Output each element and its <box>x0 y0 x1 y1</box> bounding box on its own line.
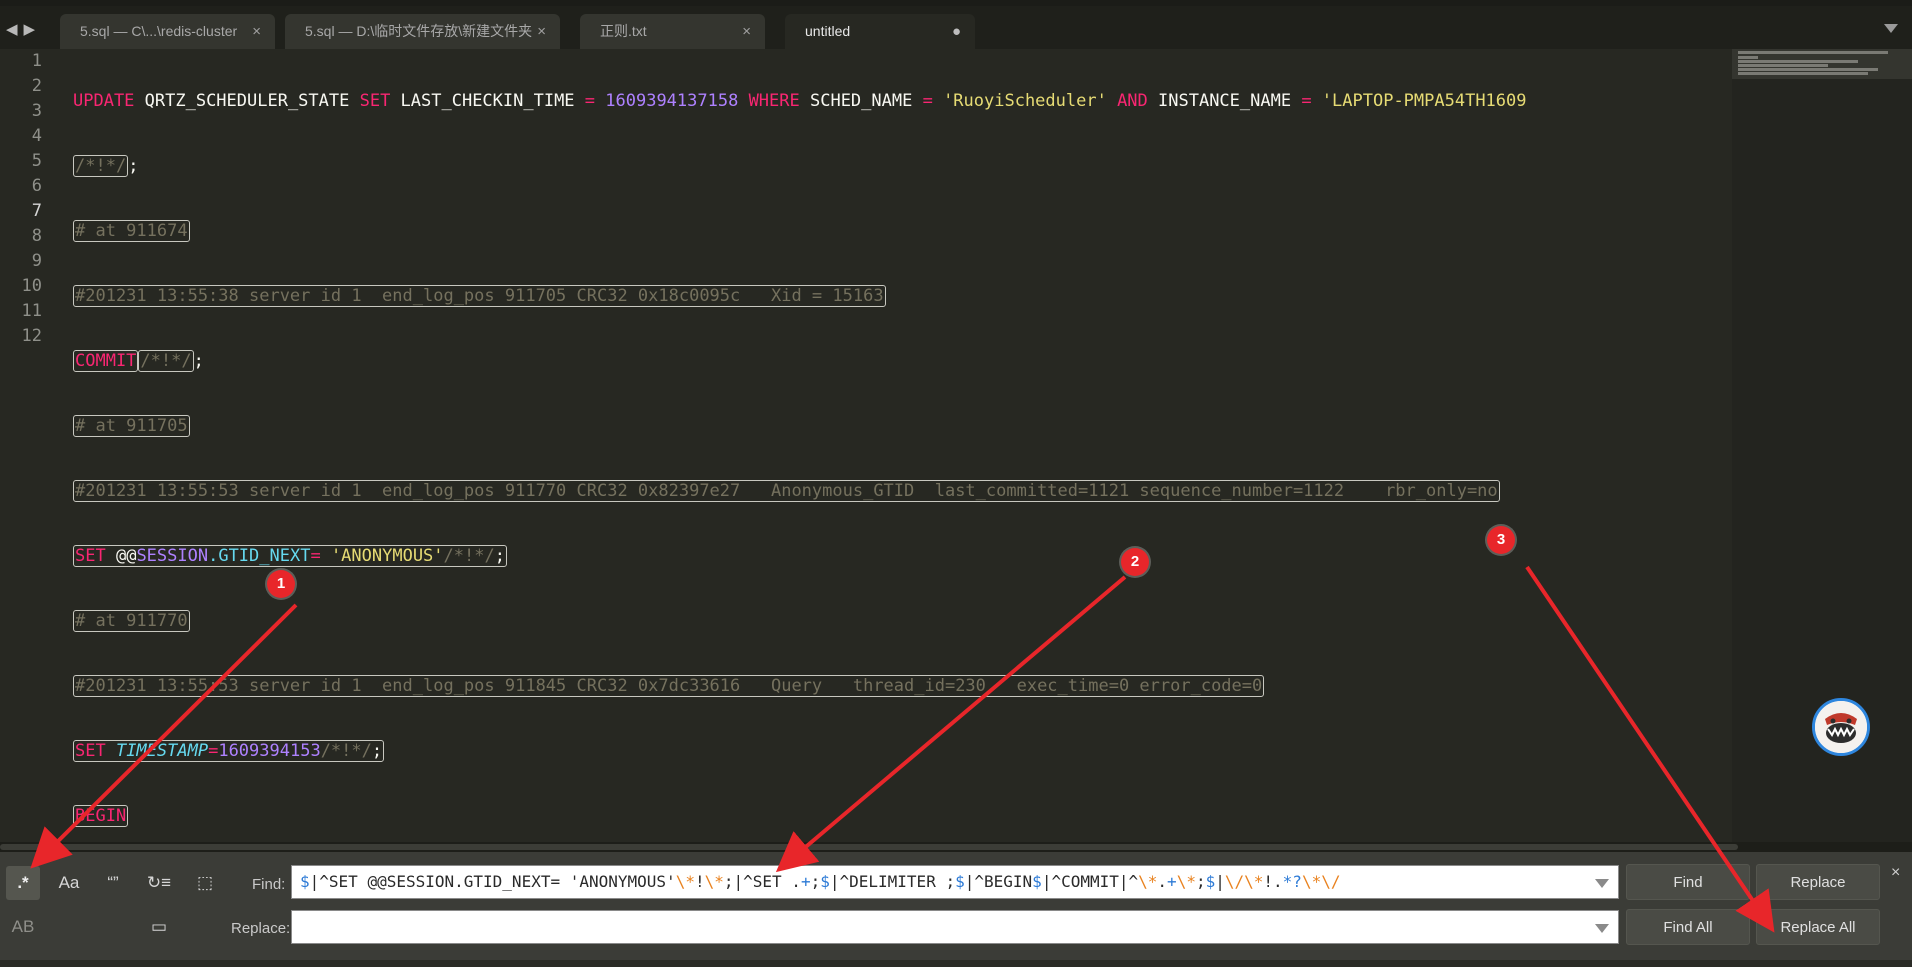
annotation-arrows <box>30 565 1775 933</box>
annotation-arrow-3 <box>1525 565 1775 933</box>
annotation-arrow-2 <box>775 575 1127 873</box>
annotation-badge-2: 2 <box>1121 548 1149 576</box>
annotation-arrow-1 <box>30 603 298 869</box>
annotation-badge-1: 1 <box>267 570 295 598</box>
annotation-badge-3: 3 <box>1487 526 1515 554</box>
